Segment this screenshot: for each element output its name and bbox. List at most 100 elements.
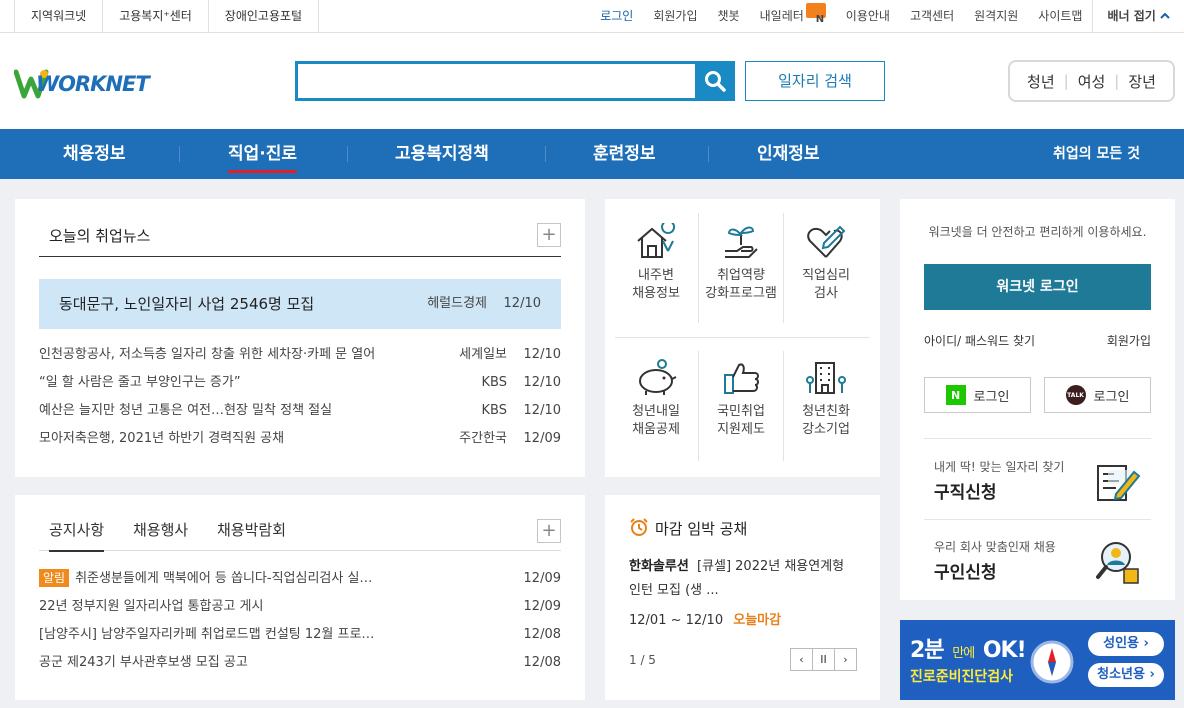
nav-all-about-employment[interactable]: 취업의 모든 것 [1053, 129, 1140, 179]
notice-item[interactable]: 22년 정부지원 일자리사업 통합공고 게시 12/09 [39, 593, 561, 621]
job-search-button[interactable]: 일자리 검색 [745, 61, 885, 101]
kakao-talk-icon: TALK [1065, 385, 1086, 405]
nav-training-info[interactable]: 훈련정보 [593, 129, 656, 179]
nav-divider [179, 146, 180, 162]
newsletter-link[interactable]: 내일레터 N [750, 0, 836, 33]
featured-news[interactable]: 동대문구, 노인일자리 사업 2546명 모집 헤럴드경제 12/10 [39, 279, 561, 329]
news-item[interactable]: 예산은 늘지만 청년 고통은 여전…현장 밀착 정책 절실 KBS 12/10 [39, 397, 561, 425]
banner-close-button[interactable]: 배너 접기 [1092, 0, 1184, 33]
main-nav: 채용정보 직업·진로 고용복지정책 훈련정보 인재정보 취업의 모든 것 [0, 129, 1184, 179]
notice-item[interactable]: 공군 제243기 부사관후보생 모집 공고 12/08 [39, 649, 561, 677]
segment-middle-aged[interactable]: 장년 [1119, 71, 1165, 92]
banner-headline: 2분 만에 OK! [910, 632, 1027, 664]
quick-menu-youth-savings[interactable]: 청년내일 채움공제 [614, 359, 698, 439]
quick-menu-label-1: 청년내일 [632, 404, 680, 419]
link-disabled-employment-portal[interactable]: 장애인고용포털 [209, 0, 320, 33]
chatbot-link[interactable]: 챗봇 [708, 0, 750, 33]
segment-women[interactable]: 여성 [1069, 71, 1115, 92]
deadline-title: 마감 임박 공채 [629, 517, 747, 539]
tab-notice[interactable]: 공지사항 [49, 515, 105, 552]
tab-job-fairs[interactable]: 채용박람회 [217, 515, 286, 545]
news-item[interactable]: 인천공항공사, 저소득층 일자리 창출 위한 세차장·카페 문 열어 세계일보 … [39, 341, 561, 369]
notice-title: 22년 정부지원 일자리사업 통합공고 게시 [39, 599, 264, 614]
deadline-job-posting[interactable]: 한화솔루션 [큐셀] 2022년 채용연계형 인턴 모집 (생 ... [629, 555, 859, 603]
customer-center-link[interactable]: 고객센터 [900, 0, 964, 33]
search-button[interactable] [695, 61, 735, 101]
quick-menu-label-2: 채용정보 [632, 286, 680, 301]
login-link[interactable]: 로그인 [590, 0, 643, 33]
notice-title: 취준생분들에게 맥북에어 등 쏩니다-직업심리검사 실… [75, 571, 373, 586]
news-source: 주간한국 [459, 431, 507, 446]
notice-more-button[interactable]: + [537, 519, 561, 543]
alert-tag: 알림 [39, 569, 70, 587]
find-id-password-link[interactable]: 아이디/ 패스워드 찾기 [924, 332, 1035, 349]
notice-item[interactable]: [남양주시] 남양주일자리카페 취업로드맵 컨설팅 12월 프로… 12/08 [39, 621, 561, 649]
quick-menu-label-1: 내주변 [638, 268, 674, 283]
banner-youth-button[interactable]: 청소년용 › [1088, 663, 1164, 687]
job-seek-sub: 내게 딱! 맞는 일자리 찾기 [934, 460, 1065, 474]
header: WORKNET 일자리 검색 청년 | 여성 | 장년 [0, 33, 1184, 129]
naver-login-button[interactable]: N 로그인 [924, 377, 1031, 413]
link-regional-worknet[interactable]: 지역워크넷 [15, 0, 104, 33]
worknet-login-button[interactable]: 워크넷 로그인 [924, 264, 1151, 310]
remote-support-link[interactable]: 원격지원 [964, 0, 1028, 33]
guide-link[interactable]: 이용안내 [836, 0, 900, 33]
search-box [295, 61, 735, 101]
login-divider [924, 519, 1151, 520]
nav-talent-info[interactable]: 인재정보 [757, 129, 820, 179]
nav-welfare-policy[interactable]: 고용복지정책 [395, 129, 489, 179]
naver-icon: N [945, 385, 966, 405]
news-title: 인천공항공사, 저소득층 일자리 창출 위한 세차장·카페 문 열어 [39, 347, 376, 362]
news-date: 12/10 [523, 403, 561, 418]
sprout-hand-icon [725, 226, 758, 258]
quick-menu-nearby-jobs[interactable]: 내주변 채용정보 [614, 223, 698, 303]
news-item[interactable]: 모아저축은행, 2021년 하반기 경력직원 공채 주간한국 12/09 [39, 425, 561, 453]
quick-menu-national-employment-support[interactable]: 국민취업 지원제도 [699, 359, 783, 439]
notice-date: 12/09 [523, 599, 561, 614]
news-item[interactable]: “일 할 사람은 줄고 부양인구는 증가” KBS 12/10 [39, 369, 561, 397]
news-tab-label[interactable]: 오늘의 취업뉴스 [49, 227, 150, 245]
quick-menu-employability-program[interactable]: 취업역량 강화프로그램 [699, 223, 783, 303]
notice-title-wrap: 알림 취준생분들에게 맥북에어 등 쏩니다-직업심리검사 실… [39, 565, 372, 593]
join-link[interactable]: 회원가입 [1107, 332, 1151, 349]
banner-adult-button[interactable]: 성인용 › [1088, 632, 1164, 656]
notice-date: 12/09 [523, 571, 561, 586]
deadline-panel: 마감 임박 공채 한화솔루션 [큐셀] 2022년 채용연계형 인턴 모집 (생… [605, 495, 880, 700]
news-tab-title: 오늘의 취업뉴스 [39, 221, 561, 257]
banner-2min: 2분 [910, 638, 945, 663]
family-site-links: 지역워크넷 고용복지⁺센터 장애인고용포털 [14, 0, 320, 33]
top-utility-bar: 지역워크넷 고용복지⁺센터 장애인고용포털 로그인 회원가입 챗봇 내일레터 N … [0, 0, 1184, 33]
next-button[interactable]: › [834, 648, 857, 671]
sitemap-link[interactable]: 사이트맵 [1028, 0, 1092, 33]
banner-ok: OK! [982, 638, 1027, 663]
nav-career[interactable]: 직업·진로 [228, 129, 298, 179]
notice-item[interactable]: 알림 취준생분들에게 맥북에어 등 쏩니다-직업심리검사 실… 12/09 [39, 565, 561, 593]
signup-link[interactable]: 회원가입 [643, 0, 707, 33]
alarm-clock-icon [630, 518, 648, 536]
kakao-login-button[interactable]: TALK 로그인 [1044, 377, 1151, 413]
quick-menu-youth-friendly-companies[interactable]: 청년친화 강소기업 [784, 359, 868, 439]
career-readiness-banner[interactable]: 2분 만에 OK! 진로준비진단검사 성인용 › 청소년용 › [900, 620, 1175, 700]
news-title: 모아저축은행, 2021년 하반기 경력직원 공채 [39, 431, 285, 446]
recruit-main: 구인신청 [934, 563, 997, 583]
featured-news-date: 12/10 [503, 296, 541, 311]
tab-recruit-events[interactable]: 채용행사 [133, 515, 188, 545]
quick-menu-label-1: 청년친화 [802, 404, 850, 419]
chevron-up-icon [1160, 12, 1170, 19]
quick-menu-psych-test[interactable]: 직업심리 검사 [784, 223, 868, 303]
news-more-button[interactable]: + [537, 223, 561, 247]
house-location-icon [637, 223, 676, 258]
search-input[interactable] [298, 64, 694, 98]
worknet-logo[interactable]: WORKNET [13, 66, 174, 100]
featured-news-title: 동대문구, 노인일자리 사업 2546명 모집 [59, 295, 315, 313]
quick-menu-label-1: 취업역량 [717, 268, 765, 283]
nav-divider [708, 146, 709, 162]
banner-within: 만에 [952, 646, 975, 661]
prev-button[interactable]: ‹ [790, 648, 813, 671]
link-employment-welfare-center[interactable]: 고용복지⁺센터 [103, 0, 209, 33]
segment-youth[interactable]: 청년 [1018, 71, 1064, 92]
notice-date: 12/08 [523, 655, 561, 670]
nav-job-info[interactable]: 채용정보 [63, 129, 126, 179]
job-seek-main: 구직신청 [934, 483, 997, 503]
pause-button[interactable]: II [812, 648, 835, 671]
